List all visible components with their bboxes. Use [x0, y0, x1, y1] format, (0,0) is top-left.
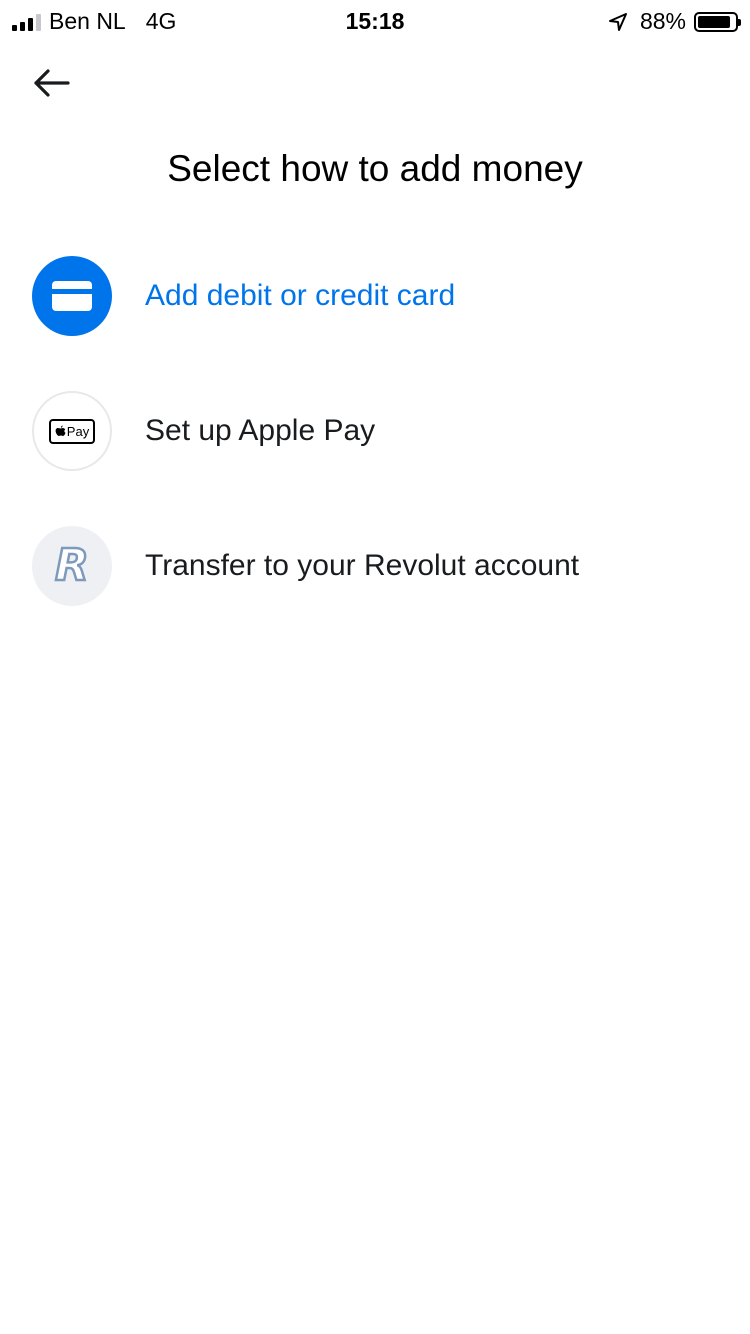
battery-fill — [698, 15, 730, 28]
apple-logo-icon — [55, 425, 66, 436]
apple-pay-icon: Pay — [49, 418, 95, 444]
option-revolut-transfer[interactable]: R Transfer to your Revolut account — [32, 526, 722, 606]
option-label: Set up Apple Pay — [145, 414, 376, 447]
revolut-logo-icon: R — [54, 540, 90, 591]
back-button[interactable] — [28, 64, 74, 106]
apple-pay-icon-circle: Pay — [32, 391, 112, 471]
credit-card-icon — [52, 281, 92, 311]
status-bar: Ben NL 4G 15:18 88% — [0, 0, 750, 40]
page-title: Select how to add money — [167, 148, 583, 189]
card-icon-circle — [32, 256, 112, 336]
revolut-icon-circle: R — [32, 526, 112, 606]
arrow-left-icon — [32, 68, 70, 103]
apple-pay-badge-text: Pay — [66, 423, 90, 439]
location-arrow-icon — [608, 12, 628, 32]
option-apple-pay[interactable]: Pay Set up Apple Pay — [32, 391, 722, 471]
option-add-card[interactable]: Add debit or credit card — [32, 256, 722, 336]
option-label: Add debit or credit card — [145, 279, 456, 312]
status-right: 88% — [608, 8, 741, 35]
battery-percent: 88% — [639, 8, 686, 34]
battery-icon — [694, 11, 741, 32]
option-label: Transfer to your Revolut account — [145, 549, 580, 582]
